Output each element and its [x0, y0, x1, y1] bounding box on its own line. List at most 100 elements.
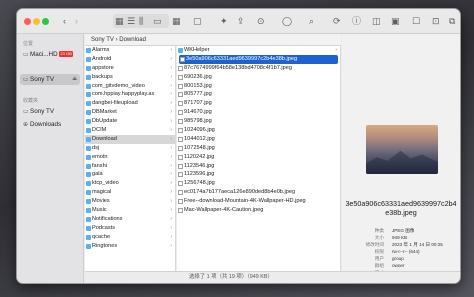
- chevron-right-icon: ›: [170, 135, 172, 142]
- settings-icon[interactable]: ⊡: [432, 15, 440, 27]
- sidebar-item-sony-tv-favorite[interactable]: ▭Sony TV: [20, 106, 80, 117]
- more-actions-icon[interactable]: ⊙: [257, 15, 265, 27]
- new-file-icon[interactable]: ▢: [193, 15, 202, 27]
- sidebar-item-downloads[interactable]: ⊕ Downloads: [20, 119, 80, 130]
- folder-row[interactable]: Alarms ›: [85, 46, 175, 55]
- info-value: rw-r--r-- (644): [392, 249, 420, 254]
- close-window-button[interactable]: [24, 18, 31, 25]
- folder-row[interactable]: qcache ›: [85, 233, 175, 242]
- preview-toggle-icon[interactable]: ◫: [372, 15, 381, 27]
- folder-row[interactable]: gala ›: [85, 170, 175, 179]
- column-sony-tv[interactable]: Alarms › Android › appstore › backups › com_…: [85, 46, 176, 271]
- folder-row[interactable]: com.hppiay.happyplay.ax ›: [85, 90, 175, 99]
- list-view-icon[interactable]: ☰: [127, 15, 135, 27]
- file-row[interactable]: Free--download-Mountain-4K-Wallpaper-HD.…: [177, 197, 340, 206]
- info-icon[interactable]: ⓘ: [352, 15, 361, 27]
- folder-icon: [86, 92, 91, 98]
- pin-icon[interactable]: ✦: [220, 15, 228, 27]
- chevron-right-icon: ›: [170, 171, 172, 178]
- chevron-right-icon: ›: [170, 127, 172, 134]
- file-row[interactable]: 1120242.jpg: [177, 153, 340, 162]
- folder-icon: [86, 145, 91, 151]
- folder-icon: [86, 154, 91, 160]
- toolbar: ‹ › ▦ ☰ ⫼ ▭ ▦ ▢ ✦ ⇪ ⊙ ◯ ⌕ ⟳ ⓘ ◫ ▣ ☐ ⊡ ⧉: [17, 9, 460, 34]
- folder-row[interactable]: magical ›: [85, 188, 175, 197]
- sidebar-item-sony-tv-location[interactable]: ▭Sony TV ⏏: [20, 74, 80, 85]
- file-row[interactable]: 87c7674999f64b58e138bd4708c4f1b7.jpeg: [177, 64, 340, 73]
- info-label: 大小: [374, 235, 384, 240]
- chevron-right-icon: ›: [170, 242, 172, 249]
- image-preview-thumbnail[interactable]: [366, 125, 438, 174]
- terminal-icon[interactable]: ▣: [391, 15, 400, 27]
- file-row[interactable]: 800153.jpg: [177, 82, 340, 91]
- folder-row[interactable]: Music ›: [85, 206, 175, 215]
- info-value: 949 KB: [392, 235, 408, 240]
- image-file-icon: [178, 181, 183, 187]
- folder-row[interactable]: ktcp_video ›: [85, 179, 175, 188]
- eject-icon[interactable]: ⏏: [72, 74, 77, 85]
- folder-row[interactable]: dangbei-fileupload ›: [85, 99, 175, 108]
- chevron-right-icon: ›: [170, 215, 172, 222]
- tag-icon[interactable]: ◯: [282, 15, 292, 27]
- file-row[interactable]: 1072548.jpg: [177, 144, 340, 153]
- folder-row[interactable]: DCIM ›: [85, 126, 175, 135]
- chevron-right-icon: ›: [335, 47, 337, 53]
- disk-space-badge: 23 GB: [59, 51, 73, 58]
- folder-row[interactable]: Ringtones ›: [85, 242, 175, 251]
- download-icon: ⊕: [23, 122, 29, 128]
- search-icon[interactable]: ⌕: [309, 15, 314, 27]
- file-row[interactable]: 805777.jpg: [177, 90, 340, 99]
- info-label: 权限: [374, 249, 384, 254]
- group-menu-icon[interactable]: ▦: [172, 15, 181, 27]
- sidebar-toggle-icon[interactable]: ⧉: [449, 15, 455, 27]
- file-row[interactable]: 871707.jpg: [177, 99, 340, 108]
- refresh-icon[interactable]: ⟳: [333, 15, 341, 27]
- file-row[interactable]: 1024096.jpg: [177, 126, 340, 135]
- file-row-selected[interactable]: 3e50a906c63331aed9639997c2b4e38b.jpeg: [179, 54, 338, 64]
- folder-row-selected[interactable]: Download ›: [85, 134, 175, 144]
- folder-icon: [86, 101, 91, 107]
- file-row[interactable]: 1256748.jpg: [177, 179, 340, 188]
- folder-icon: [178, 48, 183, 53]
- folder-row[interactable]: appstore ›: [85, 64, 175, 73]
- folder-row[interactable]: fanshi ›: [85, 162, 175, 171]
- remote-icon[interactable]: ☐: [412, 15, 420, 27]
- folder-row[interactable]: DbUpdate ›: [85, 117, 175, 126]
- file-row[interactable]: 914670.jpg: [177, 108, 340, 117]
- chevron-right-icon: ›: [170, 64, 172, 71]
- chevron-right-icon: ›: [170, 207, 172, 214]
- minimize-window-button[interactable]: [33, 18, 40, 25]
- file-row[interactable]: 985798.jpg: [177, 117, 340, 126]
- file-row[interactable]: 690236.jpg: [177, 73, 340, 82]
- info-label: 修改时间: [365, 242, 384, 247]
- folder-row[interactable]: Podcasts ›: [85, 224, 175, 233]
- gallery-view-icon[interactable]: ▭: [153, 15, 162, 27]
- info-value: owner: [392, 263, 405, 268]
- folder-row[interactable]: com_gitvdemo_video ›: [85, 82, 175, 91]
- file-row[interactable]: 1123546.jpg: [177, 162, 340, 171]
- file-row[interactable]: ec0174a7b177aeca126e890ded8b4e0b.jpeg: [177, 188, 340, 197]
- folder-row[interactable]: WKHelper ›: [177, 46, 340, 55]
- file-row[interactable]: Mac-Wallpaper-4K-Caution.jpeg: [177, 206, 340, 215]
- folder-row[interactable]: DBMarket ›: [85, 108, 175, 117]
- column-download[interactable]: WKHelper › 3e50a906c63331aed9639997c2b4e3…: [177, 46, 341, 271]
- folder-row[interactable]: dsj ›: [85, 144, 175, 153]
- breadcrumb-path[interactable]: Sony TV › Download: [91, 37, 146, 43]
- sidebar-item-mac-hd[interactable]: ▭Maci...HD 23 GB: [20, 49, 80, 60]
- column-view-icon[interactable]: ⫼: [139, 15, 143, 27]
- folder-row[interactable]: backups ›: [85, 73, 175, 82]
- icon-view-icon[interactable]: ▦: [115, 15, 124, 27]
- file-row[interactable]: 1044012.jpg: [177, 135, 340, 144]
- back-arrow-icon[interactable]: ‹: [63, 15, 66, 27]
- zoom-window-button[interactable]: [42, 18, 49, 25]
- info-row: 权限 rw-r--r-- (644): [346, 248, 456, 255]
- folder-row[interactable]: Movies ›: [85, 197, 175, 206]
- folder-row[interactable]: Android ›: [85, 55, 175, 64]
- forward-arrow-icon[interactable]: ›: [75, 15, 78, 27]
- share-icon[interactable]: ⇪: [237, 15, 245, 27]
- file-row[interactable]: 1123596.jpg: [177, 170, 340, 179]
- folder-row[interactable]: emotn ›: [85, 153, 175, 162]
- folder-icon: [86, 181, 91, 187]
- image-file-icon: [178, 83, 183, 89]
- folder-row[interactable]: Notifications ›: [85, 215, 175, 224]
